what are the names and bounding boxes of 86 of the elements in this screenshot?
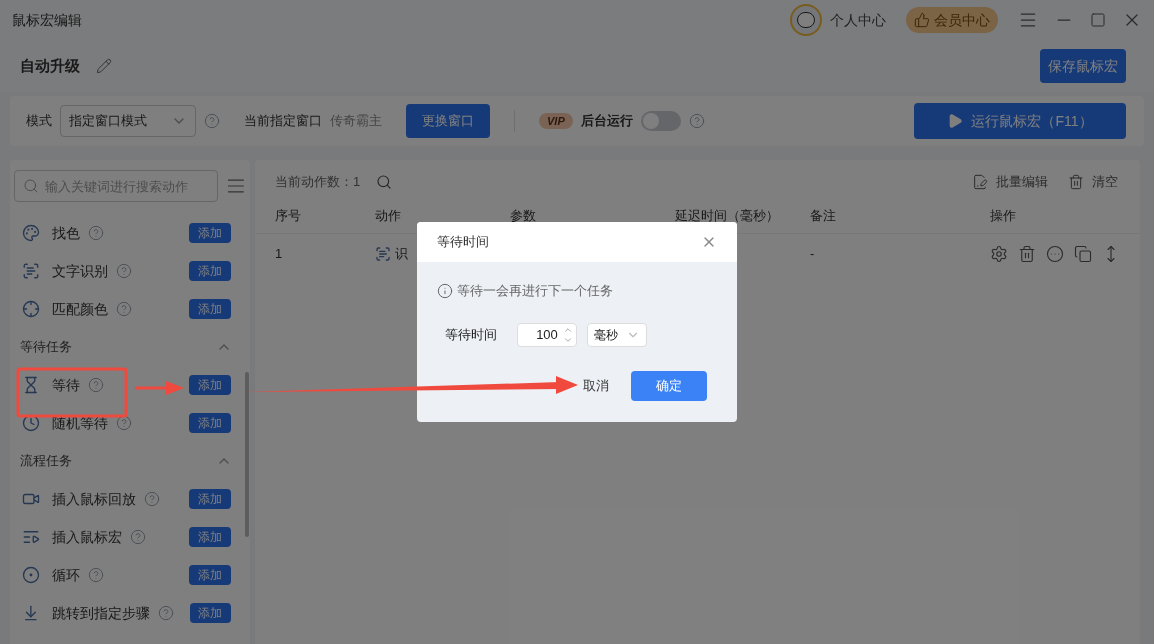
edit-icon[interactable] (96, 58, 112, 74)
mode-label: 模式 (26, 112, 52, 131)
table-cell-text: - (810, 245, 816, 264)
save-button[interactable]: 保存鼠标宏 (1040, 49, 1126, 83)
action-name: 循环 (52, 565, 80, 585)
macro-name: 自动升级 (20, 55, 80, 76)
more-icon[interactable] (1046, 245, 1064, 263)
user-center-link[interactable]: 个人中心 (830, 9, 886, 31)
play-icon (947, 113, 964, 129)
help-icon[interactable] (688, 113, 705, 129)
dialog-title: 等待时间 (437, 233, 489, 252)
search-icon (23, 178, 39, 194)
help-icon[interactable] (116, 263, 132, 279)
clear-button[interactable]: 清空 (1068, 172, 1118, 192)
action-name: 插入鼠标回放 (52, 489, 136, 509)
pointer-arrow (135, 381, 184, 395)
column-header: 延迟时间（毫秒） (675, 207, 780, 225)
add-button[interactable]: 添加 (189, 489, 231, 509)
section-header: 流程任务 (20, 452, 72, 471)
add-button[interactable]: 添加 (189, 261, 231, 281)
add-button[interactable]: 添加 (189, 299, 231, 319)
cancel-button[interactable]: 取消 (583, 375, 609, 396)
help-icon[interactable] (130, 529, 146, 545)
palette-icon (22, 224, 40, 242)
field-label: 等待时间 (445, 325, 497, 344)
settings-icon[interactable] (990, 245, 1008, 263)
trash-icon[interactable] (1018, 245, 1036, 263)
add-button[interactable]: 添加 (189, 527, 231, 547)
column-header: 操作 (990, 207, 1017, 225)
help-icon[interactable] (116, 415, 132, 431)
target-icon (22, 300, 40, 318)
text-scan-icon (375, 246, 391, 262)
trash-icon (1068, 174, 1084, 190)
confirm-button[interactable]: 确定 (631, 370, 707, 401)
member-center-button[interactable]: 会员中心 (906, 7, 998, 33)
table-cell-text: 1 (275, 245, 284, 264)
run-macro-button[interactable]: 运行鼠标宏（F11） (914, 103, 1126, 139)
add-button[interactable]: 添加 (189, 223, 231, 243)
loop-icon (22, 566, 40, 584)
column-header: 序号 (275, 207, 302, 225)
action-name: 等待 (52, 375, 80, 395)
search-icon[interactable] (376, 174, 393, 190)
help-icon[interactable] (116, 301, 132, 317)
mode-select[interactable]: 指定窗口模式 (60, 105, 196, 137)
maximize-icon[interactable] (1090, 12, 1106, 28)
copy-icon[interactable] (1074, 245, 1092, 263)
help-icon[interactable] (204, 113, 220, 129)
list-play-icon (22, 528, 40, 546)
action-name: 找色 (52, 223, 80, 243)
background-run-switch[interactable] (640, 111, 681, 131)
jump-icon (22, 604, 40, 622)
help-icon[interactable] (144, 491, 160, 507)
hourglass-icon (22, 376, 40, 394)
column-header: 参数 (510, 207, 537, 225)
help-icon[interactable] (157, 605, 174, 621)
add-button[interactable]: 添加 (189, 603, 231, 623)
background-run-label: 后台运行 (580, 112, 633, 131)
action-name: 跳转到指定步骤 (51, 603, 150, 623)
column-header: 备注 (810, 207, 837, 225)
action-name: 文字识别 (52, 261, 108, 281)
help-icon[interactable] (88, 567, 104, 583)
action-name: 匹配颜色 (52, 299, 108, 319)
edit-file-icon (972, 174, 988, 190)
table-cell-text: 识 (395, 245, 408, 264)
add-button[interactable]: 添加 (189, 375, 231, 395)
wait-time-input[interactable]: 100 (517, 322, 577, 347)
thumbs-up-icon (914, 12, 930, 28)
vip-badge: VIP (539, 112, 573, 130)
action-name: 随机等待 (52, 413, 108, 433)
text-scan-icon (22, 262, 40, 280)
section-header: 等待任务 (20, 338, 72, 357)
action-name: 插入鼠标宏 (52, 527, 122, 547)
help-icon[interactable] (88, 377, 104, 393)
window-label: 当前指定窗口 (244, 112, 322, 131)
unit-select[interactable]: 毫秒 (587, 322, 647, 347)
column-header: 动作 (375, 207, 402, 225)
window-title: 鼠标宏编辑 (12, 10, 82, 30)
batch-edit-button[interactable]: 批量编辑 (972, 172, 1048, 192)
info-icon (437, 282, 453, 299)
change-window-button[interactable]: 更换窗口 (406, 104, 490, 138)
action-count: 当前动作数：1 (275, 173, 361, 192)
dialog-hint: 等待一会再进行下一个任务 (457, 282, 613, 300)
add-button[interactable]: 添加 (189, 413, 231, 433)
add-button[interactable]: 添加 (189, 565, 231, 585)
help-icon[interactable] (88, 225, 104, 241)
avatar[interactable] (790, 4, 822, 36)
